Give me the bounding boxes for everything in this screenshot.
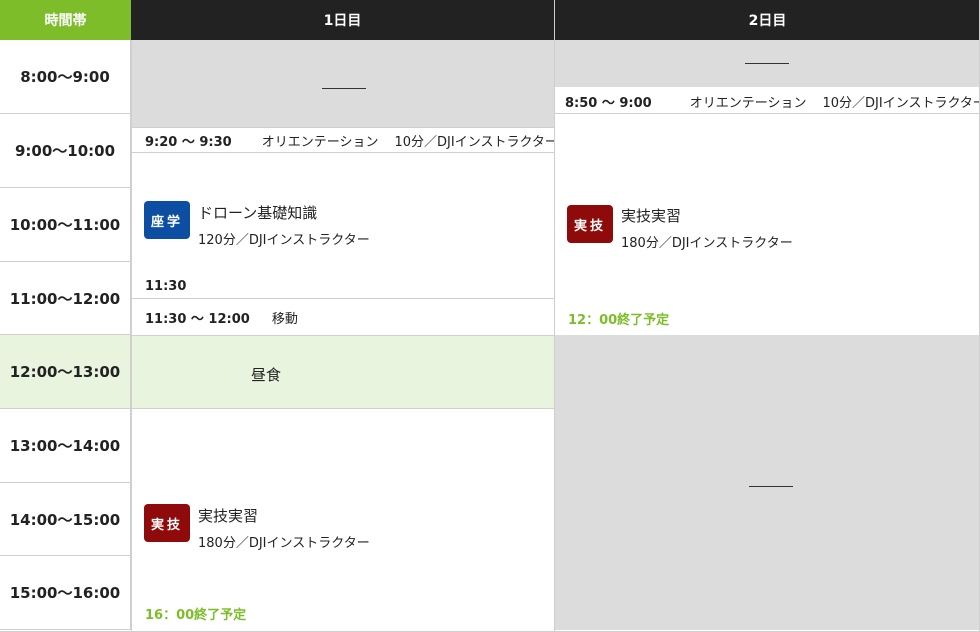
lecture-badge: 座学 bbox=[144, 201, 190, 239]
day2-end-note: 12：00終了予定 bbox=[568, 313, 670, 328]
day1-practice-text: 実技実習 180分／DJIインストラクター bbox=[198, 505, 370, 551]
day1-practice-detail: 180分／DJIインストラクター bbox=[198, 536, 370, 551]
day1-practice-title: 実技実習 bbox=[198, 507, 259, 525]
time-slot-11: 11:00〜12:00 bbox=[0, 262, 131, 335]
day1-move-time: 11:30 〜 12:00 bbox=[145, 311, 250, 327]
day1-orientation-time: 9:20 〜 9:30 bbox=[145, 135, 232, 150]
day1-move-row: 11:30 〜 12:00 移動 bbox=[145, 305, 298, 329]
day1-end-note: 16：00終了予定 bbox=[145, 608, 247, 623]
divider bbox=[554, 0, 555, 632]
time-slot-9: 9:00〜10:00 bbox=[0, 114, 131, 188]
day2-practice-detail: 180分／DJIインストラクター bbox=[621, 236, 793, 251]
day2-practice-title: 実技実習 bbox=[621, 207, 682, 225]
day1-empty-dash bbox=[322, 88, 366, 89]
day1-move-title: 移動 bbox=[271, 311, 298, 327]
day2-orientation-time: 8:50 〜 9:00 bbox=[565, 95, 652, 111]
divider bbox=[132, 298, 554, 299]
divider bbox=[131, 40, 132, 632]
time-slot-12: 12:00〜13:00 bbox=[0, 335, 131, 409]
day1-orientation-detail: 10分／DJIインストラクター bbox=[394, 135, 558, 150]
day2-practice-text: 実技実習 180分／DJIインストラクター bbox=[621, 205, 793, 251]
day2-orientation-detail: 10分／DJIインストラクター bbox=[822, 95, 980, 111]
day1-lunch-label: 昼食 bbox=[251, 366, 282, 384]
day1-empty-block bbox=[132, 40, 554, 127]
day1-lecture-text: ドローン基礎知識 120分／DJIインストラクター bbox=[198, 202, 370, 248]
day2-empty-top-dash bbox=[745, 63, 789, 64]
time-slot-10: 10:00〜11:00 bbox=[0, 188, 131, 262]
day2-empty-bottom-dash bbox=[749, 486, 793, 487]
time-slot-13: 13:00〜14:00 bbox=[0, 409, 131, 483]
header-day1: 1日目 bbox=[131, 0, 554, 40]
time-slot-8: 8:00〜9:00 bbox=[0, 40, 131, 114]
day1-orientation-row: 9:20 〜 9:30 オリエンテーション 10分／DJIインストラクター bbox=[145, 128, 558, 153]
header-day2: 2日目 bbox=[555, 0, 980, 40]
day1-lecture-title: ドローン基礎知識 bbox=[198, 204, 318, 222]
header-time-column: 時間帯 bbox=[0, 0, 131, 40]
time-slot-15: 15:00〜16:00 bbox=[0, 556, 131, 630]
day1-lunch-block bbox=[132, 336, 554, 409]
day2-empty-bottom-block bbox=[555, 335, 980, 630]
day1-lecture-end-time: 11:30 bbox=[145, 279, 187, 294]
divider bbox=[555, 113, 980, 114]
day2-orientation-row: 8:50 〜 9:00 オリエンテーション 10分／DJIインストラクター bbox=[565, 88, 980, 114]
time-slot-14: 14:00〜15:00 bbox=[0, 483, 131, 556]
day1-lecture-detail: 120分／DJIインストラクター bbox=[198, 233, 370, 248]
practice-badge: 実技 bbox=[567, 205, 613, 243]
day2-orientation-title: オリエンテーション bbox=[689, 95, 807, 111]
practice-badge: 実技 bbox=[144, 504, 190, 542]
day1-orientation-title: オリエンテーション bbox=[261, 135, 379, 150]
divider bbox=[132, 152, 554, 153]
